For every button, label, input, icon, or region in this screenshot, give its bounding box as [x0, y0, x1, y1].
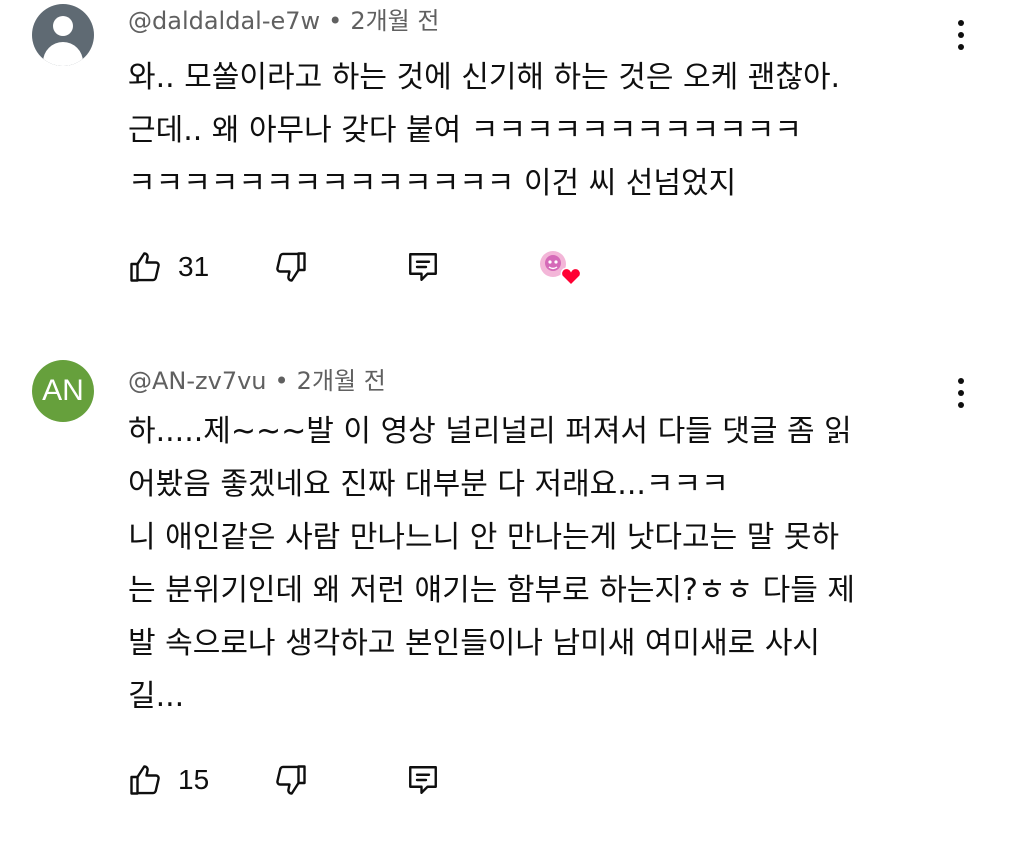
menu-dot [958, 390, 964, 396]
avatar[interactable] [32, 4, 94, 66]
author-handle[interactable]: @daldaldal-e7w [128, 7, 320, 35]
comment-time[interactable]: 2개월 전 [297, 367, 386, 395]
menu-dot [958, 44, 964, 50]
comment-item: AN @AN-zv7vu • 2개월 전 하.....제~~~발 이 영상 널리널리… [0, 330, 1024, 858]
comment-actions: 15 [120, 755, 720, 805]
like-button[interactable] [120, 755, 170, 805]
like-count: 31 [178, 251, 210, 282]
author-handle[interactable]: @AN-zv7vu [128, 367, 267, 395]
reply-button[interactable] [398, 242, 448, 292]
avatar-body-shape [43, 42, 83, 66]
meta-separator: • [328, 7, 343, 35]
avatar[interactable]: AN [32, 360, 94, 422]
thumbs-down-icon [276, 252, 306, 282]
thumbs-up-icon [130, 252, 160, 282]
comment-meta: @AN-zv7vu • 2개월 전 [128, 366, 386, 396]
creator-heart-icon [540, 251, 582, 287]
menu-dot [958, 32, 964, 38]
comment-item: @daldaldal-e7w • 2개월 전 와.. 모쏠이라고 하는 것에 신기해… [0, 0, 1024, 330]
thumbs-down-icon [276, 765, 306, 795]
thumbs-up-icon [130, 765, 160, 795]
reply-icon [409, 766, 437, 794]
menu-dot [958, 378, 964, 384]
reply-button[interactable] [398, 755, 448, 805]
meta-separator: • [274, 367, 289, 395]
creator-heart[interactable] [530, 242, 582, 292]
comment-text: 하.....제~~~발 이 영상 널리널리 퍼져서 다들 댓글 좀 읽 어봤음 … [128, 414, 856, 714]
menu-dot [958, 20, 964, 26]
like-count: 15 [178, 764, 210, 795]
reply-icon [409, 253, 437, 281]
dislike-button[interactable] [266, 755, 316, 805]
comment-text: 와.. 모쏠이라고 하는 것에 신기해 하는 것은 오케 괜찮아. 근데.. 왜… [128, 60, 841, 201]
comment-actions: 31 [120, 242, 720, 292]
like-button[interactable] [120, 242, 170, 292]
comment-time[interactable]: 2개월 전 [350, 7, 439, 35]
dislike-button[interactable] [266, 242, 316, 292]
avatar-head-shape [53, 16, 73, 36]
comment-meta: @daldaldal-e7w • 2개월 전 [128, 6, 439, 36]
